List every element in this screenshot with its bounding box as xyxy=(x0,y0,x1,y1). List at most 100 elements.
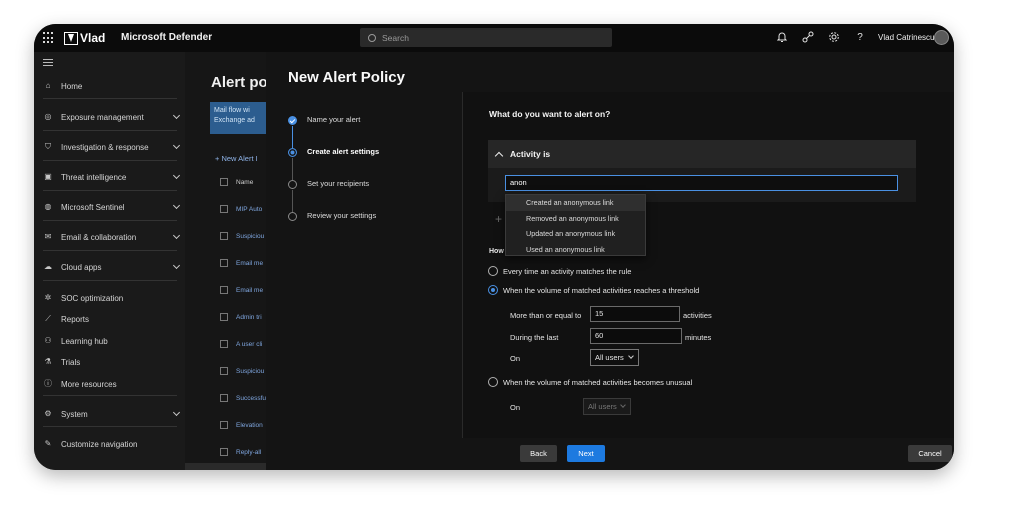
add-condition-icon[interactable]: + xyxy=(495,212,502,226)
chevron-up-icon xyxy=(494,151,504,160)
sidebar-item-label: Microsoft Sentinel xyxy=(61,202,125,212)
gear-icon[interactable] xyxy=(828,31,840,44)
home-icon: ⌂ xyxy=(45,81,51,90)
radio-every-time[interactable]: Every time an activity matches the rule xyxy=(488,266,631,276)
trigger-label: How xyxy=(489,248,504,255)
sidebar-item-trials[interactable]: ⚗ Trials xyxy=(34,350,185,374)
sidebar-item-label: Exposure management xyxy=(61,112,144,122)
during-label: During the last xyxy=(510,333,559,342)
sidebar-item-reports[interactable]: ⟋ Reports xyxy=(34,307,185,331)
radio-selected-icon[interactable] xyxy=(488,285,498,295)
activity-header[interactable]: Activity is xyxy=(488,140,916,168)
table-row[interactable]: MIP Auto xyxy=(220,203,262,215)
pencil-icon: ✎ xyxy=(44,439,52,448)
sidebar-item-microsoft-sentinel[interactable]: ◍ Microsoft Sentinel xyxy=(34,195,185,219)
step-set-your-recipients[interactable]: Set your recipients xyxy=(288,178,458,210)
suggestion-option[interactable]: Removed an anonymous link xyxy=(506,211,645,227)
step-create-alert-settings[interactable]: Create alert settings xyxy=(288,146,458,178)
step-pending-icon xyxy=(288,180,297,189)
sidebar-item-label: Threat intelligence xyxy=(61,172,127,182)
new-alert-policy-panel: New Alert Policy Name your alert Create … xyxy=(266,52,954,470)
on-label: On xyxy=(510,354,521,363)
sidebar-item-label: System xyxy=(61,409,88,419)
cancel-button[interactable]: Cancel xyxy=(908,445,952,462)
step-name-your-alert[interactable]: Name your alert xyxy=(288,114,458,146)
sidebar-item-label: Cloud apps xyxy=(61,262,102,272)
step-review-your-settings[interactable]: Review your settings xyxy=(288,210,458,242)
table-header: Name xyxy=(220,176,253,188)
page-title: Alert po xyxy=(211,74,267,91)
search-icon xyxy=(368,33,376,42)
info-banner: Mail flow wi Exchange ad xyxy=(210,102,267,134)
avatar[interactable] xyxy=(934,30,949,45)
activity-header-label: Activity is xyxy=(510,149,551,159)
next-button[interactable]: Next xyxy=(567,445,605,462)
chevron-down-icon xyxy=(172,231,181,240)
sidebar-item-system[interactable]: ⚙ System xyxy=(34,402,185,426)
sidebar-item-more-resources[interactable]: ⓘ More resources xyxy=(34,372,185,396)
radio-icon[interactable] xyxy=(488,266,498,276)
suggestion-option[interactable]: Created an anonymous link xyxy=(506,195,645,211)
column-header-name[interactable]: Name xyxy=(236,179,253,186)
chevron-down-icon xyxy=(172,408,181,417)
table-row[interactable]: Admin tri xyxy=(220,311,262,323)
activity-search-input[interactable]: anon xyxy=(505,175,898,191)
on-label: On xyxy=(510,403,521,412)
sidebar-item-cloud-apps[interactable]: ☁ Cloud apps xyxy=(34,255,185,279)
duration-input[interactable]: 60 xyxy=(590,328,682,344)
bell-icon[interactable] xyxy=(776,31,788,44)
sidebar-item-exposure-management[interactable]: ◎ Exposure management xyxy=(34,105,185,129)
threshold-count-input[interactable]: 15 xyxy=(590,306,680,322)
radio-label: Every time an activity matches the rule xyxy=(503,266,632,276)
users-select[interactable]: All users xyxy=(590,349,639,366)
table-row[interactable]: Successfu xyxy=(220,392,266,404)
table-row[interactable]: Elevation xyxy=(220,419,263,431)
sidebar-item-threat-intelligence[interactable]: ▣ Threat intelligence xyxy=(34,165,185,189)
table-row[interactable]: A user cli xyxy=(220,338,262,350)
suggestion-option[interactable]: Updated an anonymous link xyxy=(506,226,645,242)
users-select-value: All users xyxy=(595,353,624,362)
brand-logo: Vlad xyxy=(64,30,105,46)
sidebar-item-customize-navigation[interactable]: ✎ Customize navigation xyxy=(34,432,185,456)
alert-policy-page: Alert po Mail flow wi Exchange ad + New … xyxy=(185,52,267,470)
step-label: Name your alert xyxy=(307,115,361,124)
table-row[interactable]: Suspiciou xyxy=(220,230,264,242)
sidebar-item-home[interactable]: ⌂ Home xyxy=(34,74,185,98)
suggestion-option[interactable]: Used an anonymous link xyxy=(506,242,645,258)
minutes-unit: minutes xyxy=(685,333,712,342)
sidebar-item-email-collaboration[interactable]: ✉ Email & collaboration xyxy=(34,225,185,249)
sidebar-item-label: Learning hub xyxy=(61,336,108,346)
user-name[interactable]: Vlad Catrinescu xyxy=(878,33,934,42)
chevron-down-icon xyxy=(172,171,181,180)
new-alert-policy-button[interactable]: + New Alert I xyxy=(215,154,258,163)
trials-icon: ⚗ xyxy=(44,357,52,366)
chevron-down-icon xyxy=(172,201,181,210)
connections-icon[interactable] xyxy=(802,31,814,44)
table-row[interactable]: Suspiciou xyxy=(220,365,264,377)
step-current-icon xyxy=(288,148,297,157)
app-launcher-icon[interactable] xyxy=(43,32,55,44)
radio-threshold[interactable]: When the volume of matched activities re… xyxy=(488,285,699,295)
toolbar-icons: ? xyxy=(776,31,866,44)
radio-unusual[interactable]: When the volume of matched activities be… xyxy=(488,377,692,387)
help-icon[interactable]: ? xyxy=(854,31,866,44)
logo-mark-icon xyxy=(64,31,78,45)
users-select-disabled: All users xyxy=(583,398,631,415)
sidebar-item-investigation-response[interactable]: ⛉ Investigation & response xyxy=(34,135,185,159)
search-box[interactable]: Search xyxy=(360,28,612,47)
panel-footer: Back Next Cancel xyxy=(266,438,954,470)
radio-label: When the volume of matched activities be… xyxy=(503,377,693,387)
hamburger-menu-icon[interactable] xyxy=(43,59,53,66)
activities-unit: activities xyxy=(683,311,712,320)
radio-icon[interactable] xyxy=(488,377,498,387)
table-row[interactable]: Reply-all xyxy=(220,446,261,458)
chevron-down-icon xyxy=(172,141,181,150)
horizontal-scrollbar[interactable] xyxy=(185,463,267,470)
sidebar: ⌂ Home ◎ Exposure management ⛉ Investiga… xyxy=(34,52,185,470)
select-all-checkbox[interactable] xyxy=(220,178,228,186)
table-row[interactable]: Email me xyxy=(220,257,263,269)
app-name[interactable]: Microsoft Defender xyxy=(121,32,212,43)
table-row[interactable]: Email me xyxy=(220,284,263,296)
chevron-down-icon xyxy=(628,353,634,359)
back-button[interactable]: Back xyxy=(520,445,557,462)
